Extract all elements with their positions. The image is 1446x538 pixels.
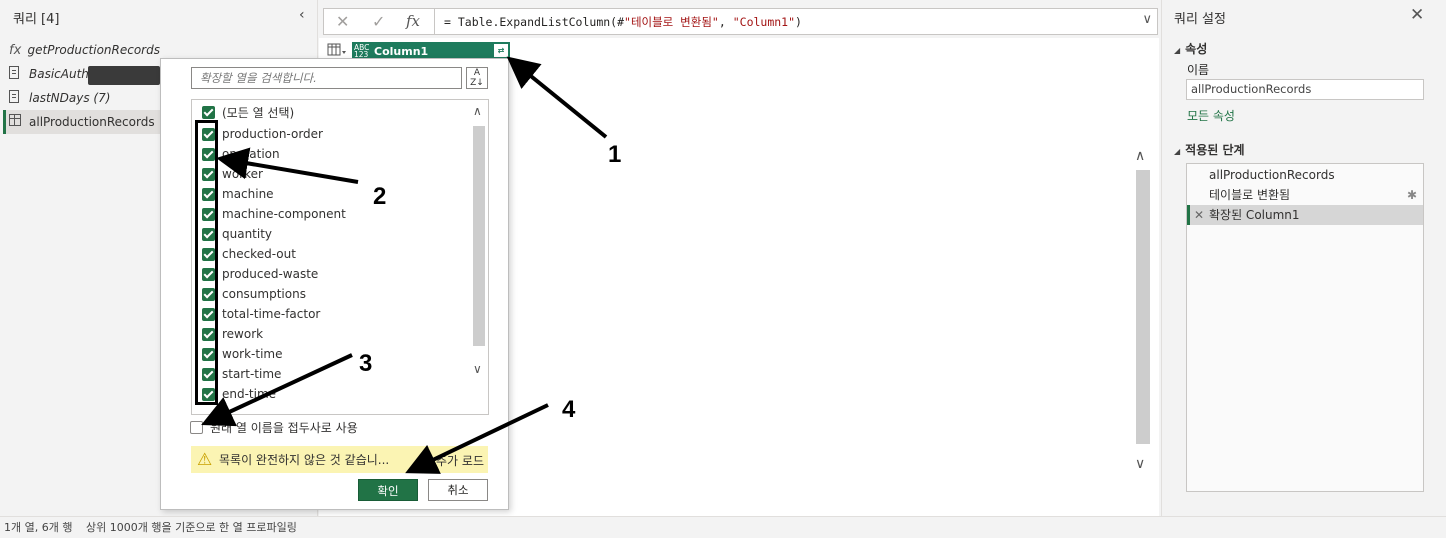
step-item-selected[interactable]: ✕ 확장된 Column1: [1187, 205, 1423, 225]
scroll-down-icon[interactable]: ∨: [473, 362, 482, 376]
checkbox-icon[interactable]: [190, 421, 203, 434]
query-item-getproductionrecords[interactable]: fx getProductionRecords: [3, 38, 160, 62]
annotation-number: 4: [562, 396, 576, 423]
step-item[interactable]: 테이블로 변환됨 ✱: [1187, 185, 1423, 205]
warning-icon: ⚠: [197, 449, 213, 470]
column-option-label: machine-component: [222, 207, 346, 221]
formula-bar: ✕ ✓ fx = Table.ExpandListColumn(#"테이블로 변…: [323, 8, 1158, 35]
applied-steps-list: allProductionRecords 테이블로 변환됨 ✱ ✕ 확장된 Co…: [1186, 163, 1424, 492]
column-option-label: checked-out: [222, 247, 296, 261]
column-name: Column1: [374, 44, 429, 58]
table-icon: [9, 114, 29, 130]
column-search-input[interactable]: 확장할 열을 검색합니다.: [191, 67, 462, 89]
annotation-number: 1: [608, 141, 622, 168]
column-option-label: work-time: [222, 347, 283, 361]
gear-icon[interactable]: ✱: [1407, 185, 1417, 205]
annotation-highlight-box: [195, 120, 218, 405]
query-item-lastndays[interactable]: lastNDays (7): [3, 86, 160, 110]
applied-steps-header[interactable]: ◢ 적용된 단계: [1174, 141, 1245, 158]
all-properties-link[interactable]: 모든 속성: [1187, 107, 1235, 124]
queries-pane-title: 쿼리 [4]: [13, 12, 60, 27]
commit-formula-icon[interactable]: ✓: [372, 12, 385, 31]
collapse-triangle-icon: ◢: [1174, 46, 1181, 55]
column-option-checkbox[interactable]: total-time-factor: [202, 304, 320, 324]
load-more-link[interactable]: 추가 로드: [436, 452, 484, 469]
list-vertical-scrollbar[interactable]: ∧ ∨: [470, 100, 488, 414]
scrollbar-thumb[interactable]: [473, 126, 485, 346]
column-option-label: quantity: [222, 227, 273, 241]
scroll-down-icon[interactable]: ∨: [1135, 456, 1145, 472]
scrollbar-thumb[interactable]: [1136, 170, 1150, 444]
step-item[interactable]: allProductionRecords: [1187, 165, 1423, 185]
query-item-label: BasicAuth: [29, 67, 89, 81]
query-settings-pane: 쿼리 설정 ✕ ◢ 속성 이름 allProductionRecords 모든 속…: [1161, 0, 1446, 516]
column-type-icon[interactable]: ABC 123: [354, 44, 374, 59]
fx-icon[interactable]: fx: [406, 12, 420, 30]
column-option-checkbox[interactable]: production-order: [202, 124, 323, 144]
column-option-label: produced-waste: [222, 267, 319, 281]
close-icon[interactable]: ✕: [1410, 5, 1424, 25]
status-bar: 1개 열, 6개 행 상위 1000개 행을 기준으로 한 열 프로파일링: [0, 516, 1446, 538]
name-label: 이름: [1187, 63, 1210, 77]
column-option-label: end-time: [222, 387, 277, 401]
properties-section-header[interactable]: ◢ 속성: [1174, 40, 1207, 57]
column-option-label: worker: [222, 167, 263, 181]
query-item-allproductionrecords[interactable]: allProductionRecords: [3, 110, 160, 134]
query-name-input[interactable]: allProductionRecords: [1186, 79, 1424, 100]
incomplete-list-warning: ⚠ 목록이 완전하지 않은 것 같습니... 추가 로드: [191, 446, 488, 473]
divider: [434, 8, 435, 35]
query-item-label: lastNDays (7): [29, 91, 111, 105]
column-option-label: consumptions: [222, 287, 306, 301]
collapse-triangle-icon: ◢: [1174, 147, 1181, 156]
column-option-label: rework: [222, 327, 264, 341]
grid-vertical-scrollbar[interactable]: ∧ ∨: [1135, 148, 1150, 480]
scroll-up-icon[interactable]: ∧: [473, 104, 482, 118]
table-menu-icon[interactable]: [327, 43, 347, 57]
settings-title: 쿼리 설정: [1174, 12, 1226, 27]
cancel-button[interactable]: 취소: [428, 479, 488, 501]
parameter-icon: [9, 65, 29, 83]
power-query-editor: 쿼리 [4] ‹ fx getProductionRecords BasicAu…: [0, 0, 1446, 538]
use-prefix-option[interactable]: 원래 열 이름을 접두사로 사용: [190, 419, 358, 436]
column-option-checkbox[interactable]: machine-component: [202, 204, 346, 224]
column-option-label: production-order: [222, 127, 323, 141]
annotation-number: 2: [373, 183, 387, 210]
column-option-label: total-time-factor: [222, 307, 321, 321]
collapse-pane-chevron-icon[interactable]: ‹: [299, 7, 305, 23]
status-profiling: 상위 1000개 행을 기준으로 한 열 프로파일링: [86, 521, 297, 534]
redacted-block: [88, 66, 160, 85]
sort-az-icon[interactable]: A Z↓: [466, 67, 488, 89]
checkbox-icon[interactable]: [202, 105, 215, 119]
column-option-checkbox[interactable]: produced-waste: [202, 264, 318, 284]
expand-column-icon[interactable]: ⇄: [494, 44, 508, 57]
scroll-up-icon[interactable]: ∧: [1135, 148, 1145, 164]
query-item-label: allProductionRecords: [29, 115, 155, 129]
cancel-formula-icon[interactable]: ✕: [336, 12, 349, 31]
annotation-number: 3: [359, 350, 373, 377]
ok-button[interactable]: 확인: [358, 479, 418, 501]
delete-step-icon[interactable]: ✕: [1194, 205, 1204, 225]
status-row-count: 1개 열, 6개 행: [4, 521, 73, 534]
parameter-icon: [9, 89, 29, 107]
query-item-label: getProductionRecords: [27, 43, 161, 57]
column-option-label: start-time: [222, 367, 282, 381]
select-all-checkbox[interactable]: (모든 열 선택): [202, 102, 294, 122]
column-option-label: machine: [222, 187, 274, 201]
formula-input[interactable]: = Table.ExpandListColumn(#"테이블로 변환됨", "C…: [444, 14, 802, 30]
column-checklist: (모든 열 선택) production-order operation worke…: [191, 99, 489, 415]
expand-formula-chevron-icon[interactable]: ∨: [1142, 12, 1152, 27]
column-option-label: operation: [222, 147, 280, 161]
fx-icon: fx: [9, 42, 22, 58]
